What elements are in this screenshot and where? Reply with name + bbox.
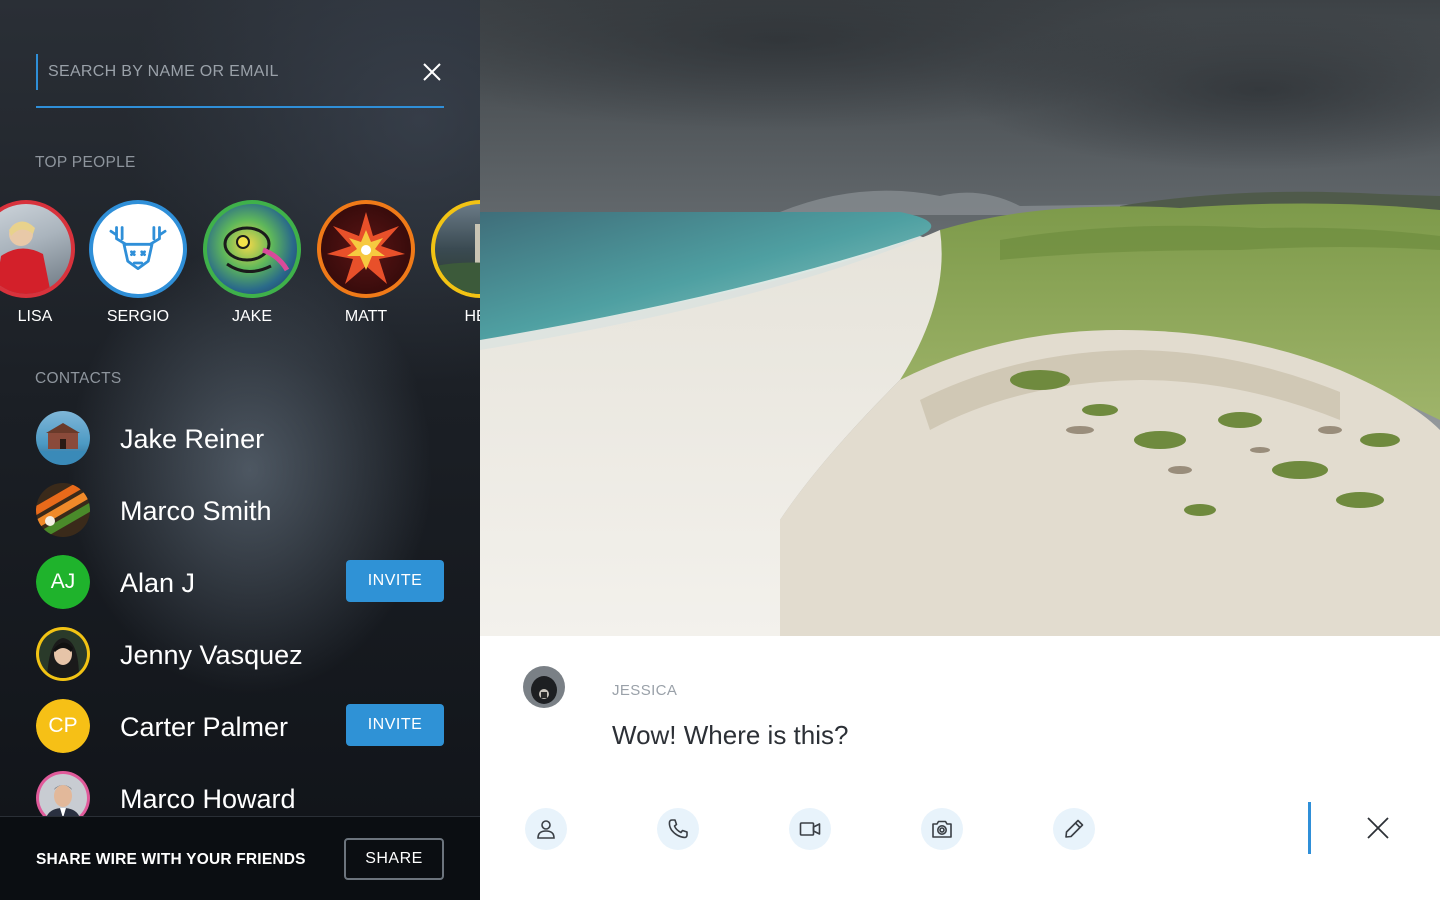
contact-jenny-vasquez[interactable]: Jenny Vasquez [0,624,480,684]
top-person-matt[interactable]: MATT [316,200,416,326]
avatar-initials: CP [36,699,90,753]
contact-name: Marco Smith [120,496,272,526]
avatar [431,200,480,298]
search-field[interactable] [36,54,444,108]
share-text: SHARE WIRE WITH YOUR FRIENDS [36,851,306,868]
top-person-jake[interactable]: JAKE [202,200,302,326]
contact-marco-smith[interactable]: Marco Smith [0,480,480,540]
top-person-name: HEL [464,308,480,325]
pen-icon[interactable] [1053,808,1095,850]
avatar: AJ [36,555,90,609]
avatar [36,771,90,816]
phone-icon[interactable] [657,808,699,850]
top-people-label: TOP PEOPLE [35,154,136,171]
top-person-name: MATT [344,308,388,325]
avatar [36,411,90,465]
search-input[interactable] [48,58,388,86]
camera-icon[interactable] [921,808,963,850]
message-text: Wow! Where is this? [612,720,849,750]
video-camera-icon[interactable] [789,808,831,850]
top-person-name: LISA [17,308,53,325]
avatar [36,483,90,537]
contact-name: Jenny Vasquez [120,640,303,670]
contact-name: Alan J [120,568,196,598]
text-cursor [1308,802,1311,854]
top-person-sergio[interactable]: SERGIO [88,200,188,326]
avatar [36,627,90,681]
top-people-list: LISA SERGIO JAKE MATT H [0,200,480,340]
text-cursor [36,54,38,90]
contact-name: Marco Howard [120,784,296,814]
contact-carter-palmer[interactable]: CP Carter Palmer INVITE [0,696,480,756]
top-person-lisa[interactable]: LISA [0,200,76,326]
contact-alan-j[interactable]: AJ Alan J INVITE [0,552,480,612]
contact-marco-howard[interactable]: Marco Howard [0,768,480,816]
avatar-initials: AJ [36,555,90,609]
top-person-hel[interactable]: HEL [430,200,480,326]
share-button[interactable]: SHARE [344,838,444,880]
contacts-label: CONTACTS [35,370,122,387]
contact-jake-reiner[interactable]: Jake Reiner [0,408,480,468]
person-icon[interactable] [525,808,567,850]
top-person-name: JAKE [231,308,272,325]
invite-button[interactable]: INVITE [346,704,444,746]
contact-name: Carter Palmer [120,712,289,742]
avatar [317,200,415,298]
avatar [89,200,187,298]
avatar: CP [36,699,90,753]
people-picker-panel: TOP PEOPLE LISA [0,0,480,900]
shared-photo [480,0,1440,636]
sender-name: JESSICA [612,682,678,699]
top-person-name: SERGIO [106,308,170,325]
avatar [203,200,301,298]
contact-name: Jake Reiner [120,424,265,454]
invite-button[interactable]: INVITE [346,560,444,602]
share-bar: SHARE WIRE WITH YOUR FRIENDS SHARE [0,816,480,900]
contacts-list: Jake Reiner Marco Smith AJ Alan J INVITE [0,400,480,816]
close-icon[interactable] [1364,814,1392,842]
avatar [0,200,75,298]
avatar [523,666,565,708]
close-icon[interactable] [418,58,446,86]
conversation-composer: JESSICA Wow! Where is this? [480,636,1440,900]
